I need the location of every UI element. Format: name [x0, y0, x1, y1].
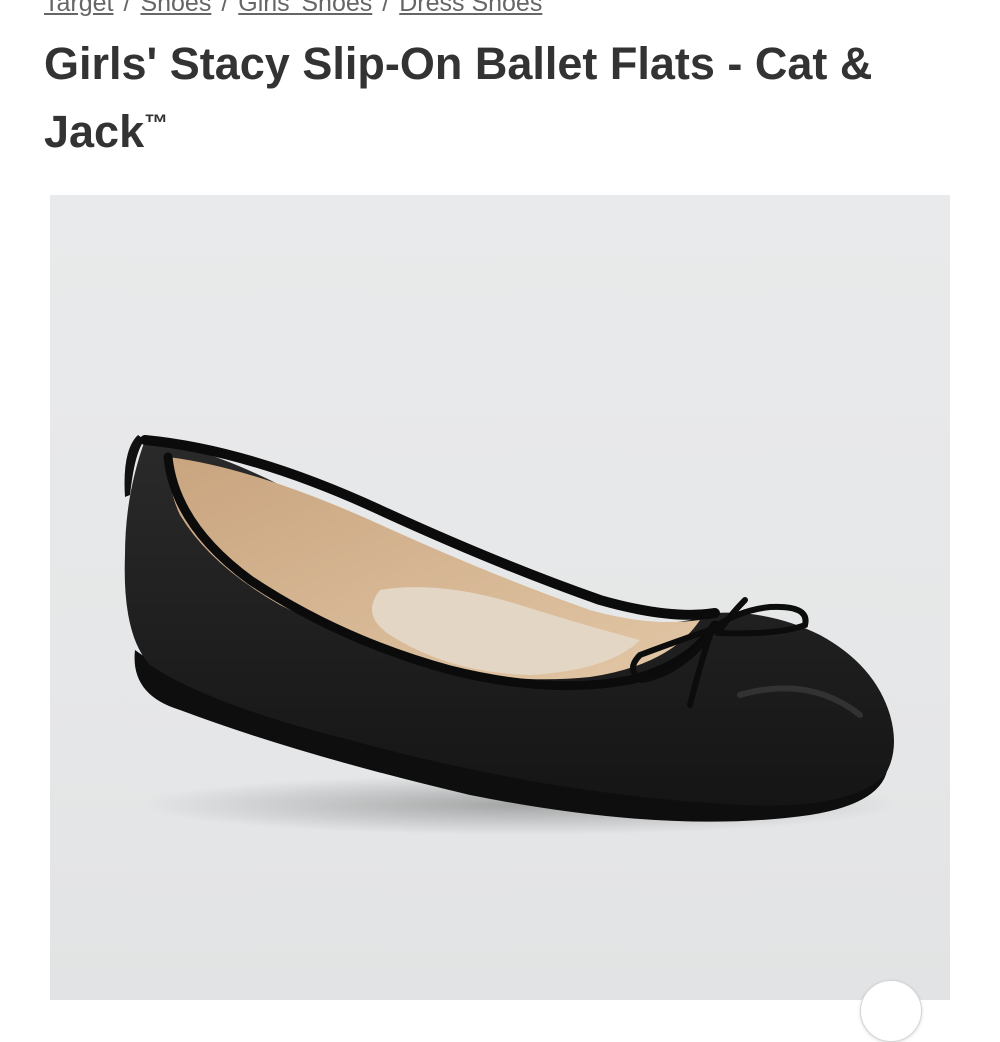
- breadcrumb-separator: /: [221, 0, 229, 17]
- product-image[interactable]: [50, 195, 950, 1000]
- ballet-flat-shoe-image: [124, 435, 900, 835]
- trademark-symbol: ™: [144, 110, 169, 137]
- breadcrumb-separator: /: [123, 0, 131, 17]
- breadcrumb-link-shoes[interactable]: Shoes: [140, 0, 211, 18]
- next-image-button[interactable]: [860, 980, 922, 1042]
- breadcrumb-link-target[interactable]: Target: [44, 0, 113, 18]
- breadcrumb-link-girls-shoes[interactable]: Girls' Shoes: [238, 0, 372, 18]
- page-title: Girls' Stacy Slip-On Ballet Flats - Cat …: [44, 34, 954, 162]
- breadcrumb: Target / Shoes / Girls' Shoes / Dress Sh…: [44, 0, 542, 18]
- breadcrumb-link-dress-shoes[interactable]: Dress Shoes: [399, 0, 542, 18]
- breadcrumb-separator: /: [382, 0, 390, 17]
- product-title-text: Girls' Stacy Slip-On Ballet Flats - Cat …: [44, 38, 873, 157]
